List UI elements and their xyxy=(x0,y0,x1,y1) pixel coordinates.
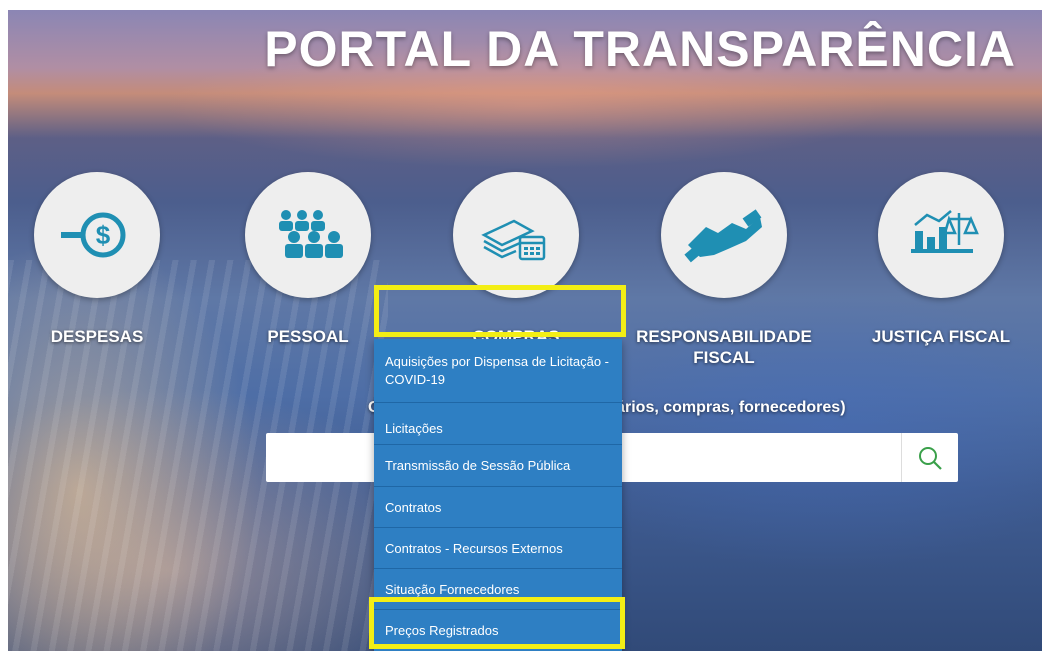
search-icon xyxy=(919,446,942,470)
category-label: PESSOAL xyxy=(267,327,349,346)
category-despesas[interactable]: $ DESPESAS xyxy=(8,172,187,347)
menu-item-licitacoes[interactable]: Licitações xyxy=(374,403,622,445)
highlight-precos-registrados xyxy=(369,597,625,649)
category-circle xyxy=(245,172,371,298)
highlight-compras xyxy=(374,285,626,337)
category-pessoal[interactable]: PESSOAL xyxy=(218,172,398,347)
menu-item-contratos[interactable]: Contratos xyxy=(374,487,622,528)
dollar-icon: $ xyxy=(61,212,126,258)
chart-scale-icon xyxy=(911,210,979,253)
hero-banner: PORTAL DA TRANSPARÊNCIA $ DESPESAS PESSO… xyxy=(8,10,1042,651)
category-circle xyxy=(878,172,1004,298)
category-label: RESPONSABILIDADE FISCAL xyxy=(636,327,812,367)
category-justica-fiscal[interactable]: JUSTIÇA FISCAL xyxy=(848,172,1034,347)
category-circle: $ xyxy=(34,172,160,298)
menu-item-aquisicoes-covid[interactable]: Aquisições por Dispensa de Licitação - C… xyxy=(374,339,622,403)
category-label: DESPESAS xyxy=(50,327,144,346)
portal-title: PORTAL DA TRANSPARÊNCIA xyxy=(264,21,1016,77)
category-circle xyxy=(661,172,787,298)
menu-item-transmissao-sessao-publica[interactable]: Transmissão de Sessão Pública xyxy=(374,445,622,487)
svg-text:$: $ xyxy=(96,220,111,250)
category-compras[interactable] xyxy=(426,172,606,298)
search-button[interactable] xyxy=(901,433,958,482)
menu-item-contratos-recursos-externos[interactable]: Contratos - Recursos Externos xyxy=(374,528,622,569)
category-responsabilidade-fiscal[interactable]: RESPONSABILIDADE FISCAL xyxy=(626,172,822,368)
category-label: JUSTIÇA FISCAL xyxy=(871,327,1011,346)
handshake-icon xyxy=(684,209,762,263)
money-calendar-icon xyxy=(481,219,546,261)
people-icon xyxy=(279,210,343,258)
category-circle xyxy=(453,172,579,298)
